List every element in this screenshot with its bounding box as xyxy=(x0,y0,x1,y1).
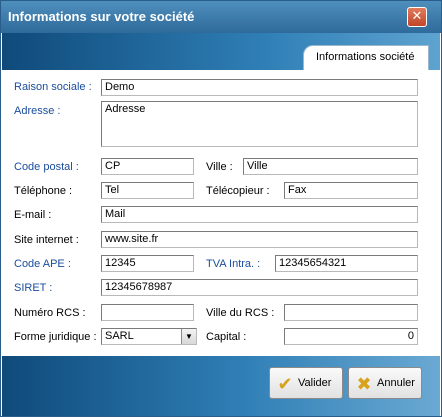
tva-intra-field[interactable]: 12345654321 xyxy=(275,255,418,272)
numero-rcs-field[interactable] xyxy=(101,304,194,321)
ville-field[interactable]: Ville xyxy=(243,158,418,175)
email-field[interactable]: Mail xyxy=(101,206,418,223)
telephone-field[interactable]: Tel xyxy=(101,182,194,199)
raison-sociale-label: Raison sociale : xyxy=(14,81,92,93)
telephone-label: Téléphone : xyxy=(14,185,73,197)
code-postal-field[interactable]: CP xyxy=(101,158,194,175)
adresse-label: Adresse : xyxy=(14,105,61,117)
valider-label: Valider xyxy=(298,377,332,389)
capital-label: Capital : xyxy=(206,331,247,343)
email-label: E-mail : xyxy=(14,209,52,221)
ville-rcs-field[interactable] xyxy=(284,304,418,321)
forme-juridique-select[interactable]: SARL ▼ xyxy=(101,328,197,345)
ville-rcs-label: Ville du RCS : xyxy=(206,307,275,319)
code-ape-field[interactable]: 12345 xyxy=(101,255,194,272)
adresse-field[interactable]: Adresse xyxy=(101,101,418,147)
siret-label: SIRET : xyxy=(14,282,53,294)
annuler-button[interactable]: ✖ Annuler xyxy=(348,367,422,399)
window-title: Informations sur votre société xyxy=(8,9,195,24)
forme-juridique-label: Forme juridique : xyxy=(14,331,97,343)
site-internet-field[interactable]: www.site.fr xyxy=(101,231,418,248)
forme-juridique-value: SARL xyxy=(105,330,134,342)
chevron-down-icon[interactable]: ▼ xyxy=(181,329,196,344)
close-button[interactable]: ✕ xyxy=(407,7,427,27)
telecopieur-label: Télécopieur : xyxy=(206,185,270,197)
raison-sociale-field[interactable]: Demo xyxy=(101,79,418,96)
annuler-label: Annuler xyxy=(377,377,415,389)
code-ape-label: Code APE : xyxy=(14,258,71,270)
valider-button[interactable]: ✔ Valider xyxy=(269,367,343,399)
checkmark-icon: ✔ xyxy=(277,374,293,394)
title-bar[interactable]: Informations sur votre société ✕ xyxy=(1,1,441,33)
cross-icon: ✖ xyxy=(356,374,372,394)
company-info-dialog: Informations sur votre société ✕ Informa… xyxy=(0,0,442,417)
ville-label: Ville : xyxy=(206,161,233,173)
numero-rcs-label: Numéro RCS : xyxy=(14,307,86,319)
siret-field[interactable]: 12345678987 xyxy=(101,279,418,296)
code-postal-label: Code postal : xyxy=(14,161,79,173)
close-icon: ✕ xyxy=(411,9,423,24)
tab-informations-societe[interactable]: Informations société xyxy=(303,45,429,70)
site-internet-label: Site internet : xyxy=(14,234,79,246)
form-panel: Raison sociale : Demo Adresse : Adresse … xyxy=(2,70,440,356)
capital-field[interactable]: 0 xyxy=(284,328,418,345)
tab-label: Informations société xyxy=(316,51,415,63)
telecopieur-field[interactable]: Fax xyxy=(284,182,418,199)
tva-intra-label: TVA Intra. : xyxy=(206,258,261,270)
